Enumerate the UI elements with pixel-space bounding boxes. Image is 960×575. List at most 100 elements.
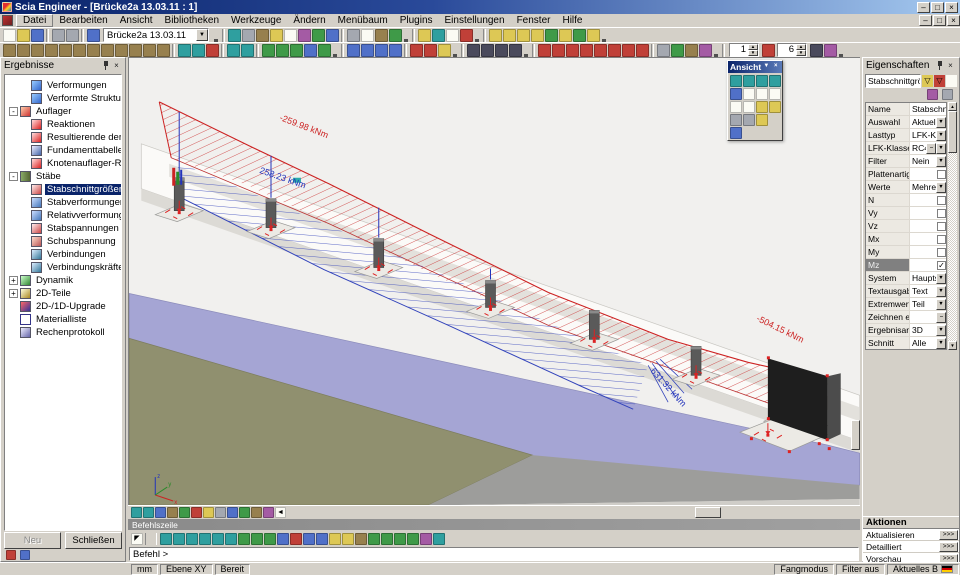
property-row[interactable]: Plattenartiger... ✓ ... ▼ <box>866 168 946 181</box>
result-display-icon[interactable] <box>239 507 250 518</box>
save-icon[interactable] <box>31 29 44 42</box>
zoom-window-icon[interactable] <box>769 88 781 100</box>
filter-selection-icon[interactable] <box>594 44 607 57</box>
view-axo-icon[interactable] <box>769 75 781 87</box>
node-support-icon[interactable] <box>227 44 240 57</box>
moment-load-icon[interactable] <box>290 44 303 57</box>
property-value[interactable]: Nein ✓ ... ▼ <box>910 155 946 167</box>
render-mode-icon[interactable] <box>131 507 142 518</box>
expand-toggle[interactable] <box>9 276 18 285</box>
mesh-icon[interactable] <box>375 44 388 57</box>
tree-item[interactable]: Rechenprotokoll <box>5 326 121 339</box>
table-input-icon[interactable] <box>657 44 670 57</box>
checkbox[interactable]: ✓ <box>937 261 946 270</box>
new-icon[interactable] <box>3 29 16 42</box>
separator[interactable] <box>341 29 344 42</box>
picture-gallery-icon[interactable] <box>263 507 274 518</box>
close-button[interactable]: × <box>945 2 958 13</box>
dropdown-arrow[interactable]: ▼ <box>936 299 946 310</box>
document-view-icon[interactable] <box>685 44 698 57</box>
member-cmd-icon[interactable] <box>251 533 263 545</box>
menu-item[interactable]: Ansicht <box>114 14 159 27</box>
tree-item[interactable]: Stabverformungen <box>5 196 121 209</box>
filter-remove-icon[interactable]: ▽ <box>934 75 945 87</box>
layout-tabs-icon[interactable] <box>573 29 586 42</box>
property-row[interactable]: Textausgabe Text ✓ ... ▼ <box>866 285 946 298</box>
separator[interactable] <box>461 44 464 57</box>
redo-icon[interactable] <box>66 29 79 42</box>
checkbox[interactable]: ✓ <box>937 248 946 257</box>
layers-icon[interactable] <box>312 29 325 42</box>
separator[interactable] <box>651 44 654 57</box>
select-load-icon[interactable] <box>580 44 593 57</box>
picture-icon[interactable] <box>699 44 712 57</box>
pin-icon[interactable] <box>934 60 945 71</box>
zoom-prev-icon[interactable] <box>743 101 755 113</box>
property-row[interactable]: Vz ✓ ... ▼ <box>866 220 946 233</box>
tree-item[interactable]: Verbindungskräfte <box>5 261 121 274</box>
separator[interactable] <box>172 44 175 57</box>
tree-item[interactable]: Verformungen <box>5 79 121 92</box>
property-value[interactable]: Hauptsyste ✓ ... ▼ <box>910 272 946 284</box>
dropdown-arrow[interactable]: ▼ <box>936 156 946 167</box>
filter-add-icon[interactable]: ▽ <box>922 75 933 87</box>
separator[interactable] <box>256 44 259 57</box>
property-value[interactable]: ✓ ... ▼ <box>910 311 946 323</box>
child-close-button[interactable]: × <box>947 15 960 26</box>
dropdown-arrow[interactable]: ▼ <box>936 338 946 349</box>
tree-item[interactable]: Reaktionen <box>5 118 121 131</box>
coords-icon[interactable] <box>420 533 432 545</box>
checkbox[interactable]: ✓ <box>937 196 946 205</box>
print-icon[interactable] <box>347 29 360 42</box>
line-tool-icon[interactable] <box>467 44 480 57</box>
command-input[interactable]: Befehl > <box>129 547 859 561</box>
property-value[interactable]: ✓ ... ▼ <box>910 168 946 180</box>
tree-item[interactable]: Dynamik <box>5 274 121 287</box>
refresh-icon[interactable] <box>389 29 402 42</box>
snap-mid-icon[interactable] <box>381 533 393 545</box>
dropdown-arrow[interactable]: ▼ <box>936 182 946 193</box>
angle-tool-icon[interactable] <box>509 44 522 57</box>
saved-views-icon[interactable] <box>756 101 768 113</box>
menu-item[interactable]: Datei <box>16 14 53 27</box>
numbering-icon[interactable] <box>215 507 226 518</box>
dropdown-arrow[interactable]: ▼ <box>936 130 946 141</box>
hinge-icon[interactable] <box>178 44 191 57</box>
layout-single-icon[interactable] <box>489 29 502 42</box>
action-more-button[interactable]: >>> <box>939 542 958 552</box>
tree-item[interactable]: Resultierende der Reaktionen <box>5 131 121 144</box>
property-value[interactable]: Teil ✓ ... ▼ <box>910 298 946 310</box>
ucs-icon[interactable] <box>433 533 445 545</box>
property-row[interactable]: Filter Nein ✓ ... ▼ <box>866 155 946 168</box>
shading-icon[interactable] <box>143 507 154 518</box>
property-row[interactable]: N ✓ ... ▼ <box>866 194 946 207</box>
menu-item[interactable]: Bearbeiten <box>53 14 113 27</box>
line-cmd-icon[interactable] <box>173 533 185 545</box>
close-panel-button[interactable]: Schließen <box>65 532 122 549</box>
cross-link-icon[interactable] <box>192 44 205 57</box>
spin-box-1[interactable]: 1 ▲▼ <box>729 43 759 57</box>
expand-toggle[interactable] <box>9 107 18 116</box>
surface-cmd-icon[interactable] <box>264 533 276 545</box>
expand-toggle[interactable] <box>9 172 18 181</box>
beam-icon[interactable] <box>3 44 16 57</box>
property-row[interactable]: Name Stabschnittg... ✓ ... ▼ <box>866 103 946 116</box>
tree-item[interactable]: Fundamenttabelle <box>5 144 121 157</box>
menu-item[interactable]: Hilfe <box>556 14 588 27</box>
separator[interactable] <box>222 29 225 42</box>
toolbar-overflow[interactable] <box>839 44 843 57</box>
copy-cmd-icon[interactable] <box>316 533 328 545</box>
property-row[interactable]: My ✓ ... ▼ <box>866 246 946 259</box>
layout-cascade-icon[interactable] <box>559 29 572 42</box>
gallery-icon[interactable] <box>256 29 269 42</box>
label-display-icon[interactable] <box>203 507 214 518</box>
tree-item[interactable]: Stäbe <box>5 170 121 183</box>
toolbar-overflow[interactable] <box>524 44 528 57</box>
status-language[interactable]: Aktuelles B <box>887 564 959 575</box>
separator[interactable] <box>341 44 344 57</box>
dock-layers-icon[interactable] <box>20 550 30 560</box>
view-top-icon[interactable] <box>756 75 768 87</box>
menu-item[interactable]: Einstellungen <box>439 14 511 27</box>
plate-icon[interactable] <box>87 44 100 57</box>
tree-item[interactable]: Knotenauflager-Resultierende <box>5 157 121 170</box>
